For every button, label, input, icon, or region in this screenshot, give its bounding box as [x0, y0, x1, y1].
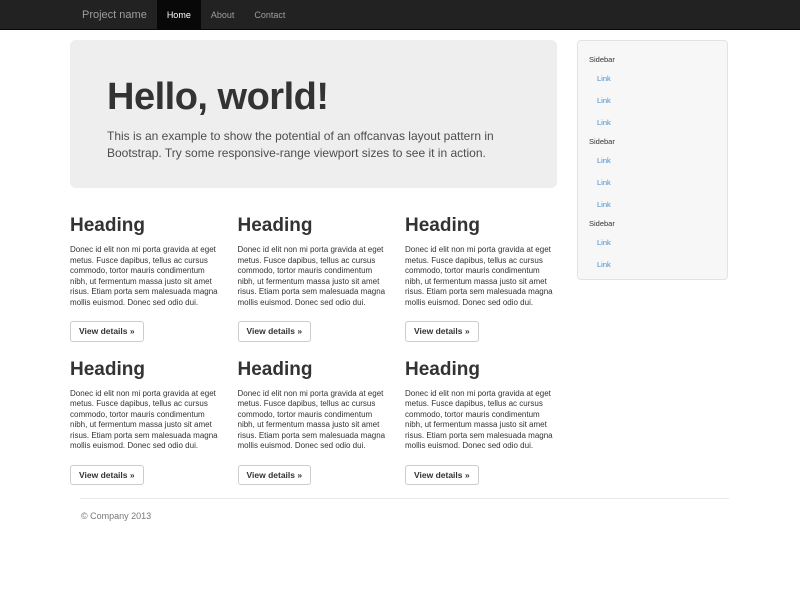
- sidebar-group-heading: Sidebar: [578, 51, 727, 67]
- navbar-container: Project name Home About Contact: [70, 0, 730, 30]
- content-card: Heading Donec id elit non mi porta gravi…: [405, 358, 557, 486]
- content-card: Heading Donec id elit non mi porta gravi…: [405, 214, 557, 342]
- card-heading: Heading: [238, 358, 390, 381]
- sidebar-group-heading: Sidebar: [578, 133, 727, 149]
- card-text: Donec id elit non mi porta gravida at eg…: [70, 245, 222, 308]
- sidebar-group-heading: Sidebar: [578, 215, 727, 231]
- card-heading: Heading: [70, 358, 222, 381]
- content-card: Heading Donec id elit non mi porta gravi…: [70, 358, 222, 486]
- sidebar-link[interactable]: Link: [578, 89, 727, 111]
- navbar-nav: Home About Contact: [157, 0, 296, 30]
- jumbotron-text: This is an example to show the potential…: [107, 128, 537, 162]
- sidebar: Sidebar Link Link Link Sidebar Link Link…: [577, 40, 728, 280]
- sidebar-link[interactable]: Link: [578, 111, 727, 133]
- sidebar-link[interactable]: Link: [578, 193, 727, 215]
- sidebar-link[interactable]: Link: [578, 67, 727, 89]
- copyright-text: © Company 2013: [81, 511, 730, 521]
- content-row: Hello, world! This is an example to show…: [70, 30, 730, 485]
- footer: © Company 2013: [70, 511, 730, 521]
- sidebar-link[interactable]: Link: [578, 149, 727, 171]
- navbar-brand[interactable]: Project name: [70, 0, 147, 30]
- card-heading: Heading: [238, 214, 390, 237]
- main-column: Hello, world! This is an example to show…: [70, 40, 557, 485]
- footer-divider: [80, 498, 729, 499]
- sidebar-link[interactable]: Link: [578, 171, 727, 193]
- card-heading: Heading: [70, 214, 222, 237]
- sidebar-link[interactable]: Link: [578, 231, 727, 253]
- content-card: Heading Donec id elit non mi porta gravi…: [70, 214, 222, 342]
- card-heading: Heading: [405, 358, 557, 381]
- nav-item-about[interactable]: About: [201, 0, 245, 30]
- cards-row-1: Heading Donec id elit non mi porta gravi…: [70, 214, 557, 342]
- card-text: Donec id elit non mi porta gravida at eg…: [405, 389, 557, 452]
- view-details-button[interactable]: View details »: [70, 465, 144, 486]
- page-title: Hello, world!: [107, 76, 537, 118]
- card-text: Donec id elit non mi porta gravida at eg…: [405, 245, 557, 308]
- card-text: Donec id elit non mi porta gravida at eg…: [238, 389, 390, 452]
- view-details-button[interactable]: View details »: [405, 321, 479, 342]
- navbar: Project name Home About Contact: [0, 0, 800, 30]
- view-details-button[interactable]: View details »: [405, 465, 479, 486]
- view-details-button[interactable]: View details »: [238, 465, 312, 486]
- card-text: Donec id elit non mi porta gravida at eg…: [70, 389, 222, 452]
- view-details-button[interactable]: View details »: [70, 321, 144, 342]
- view-details-button[interactable]: View details »: [238, 321, 312, 342]
- page-container: Hello, world! This is an example to show…: [70, 30, 730, 521]
- jumbotron: Hello, world! This is an example to show…: [70, 40, 557, 188]
- cards-row-2: Heading Donec id elit non mi porta gravi…: [70, 358, 557, 486]
- nav-item-home[interactable]: Home: [157, 0, 201, 30]
- sidebar-link[interactable]: Link: [578, 253, 727, 275]
- card-text: Donec id elit non mi porta gravida at eg…: [238, 245, 390, 308]
- content-card: Heading Donec id elit non mi porta gravi…: [238, 214, 390, 342]
- content-card: Heading Donec id elit non mi porta gravi…: [238, 358, 390, 486]
- card-heading: Heading: [405, 214, 557, 237]
- nav-item-contact[interactable]: Contact: [244, 0, 295, 30]
